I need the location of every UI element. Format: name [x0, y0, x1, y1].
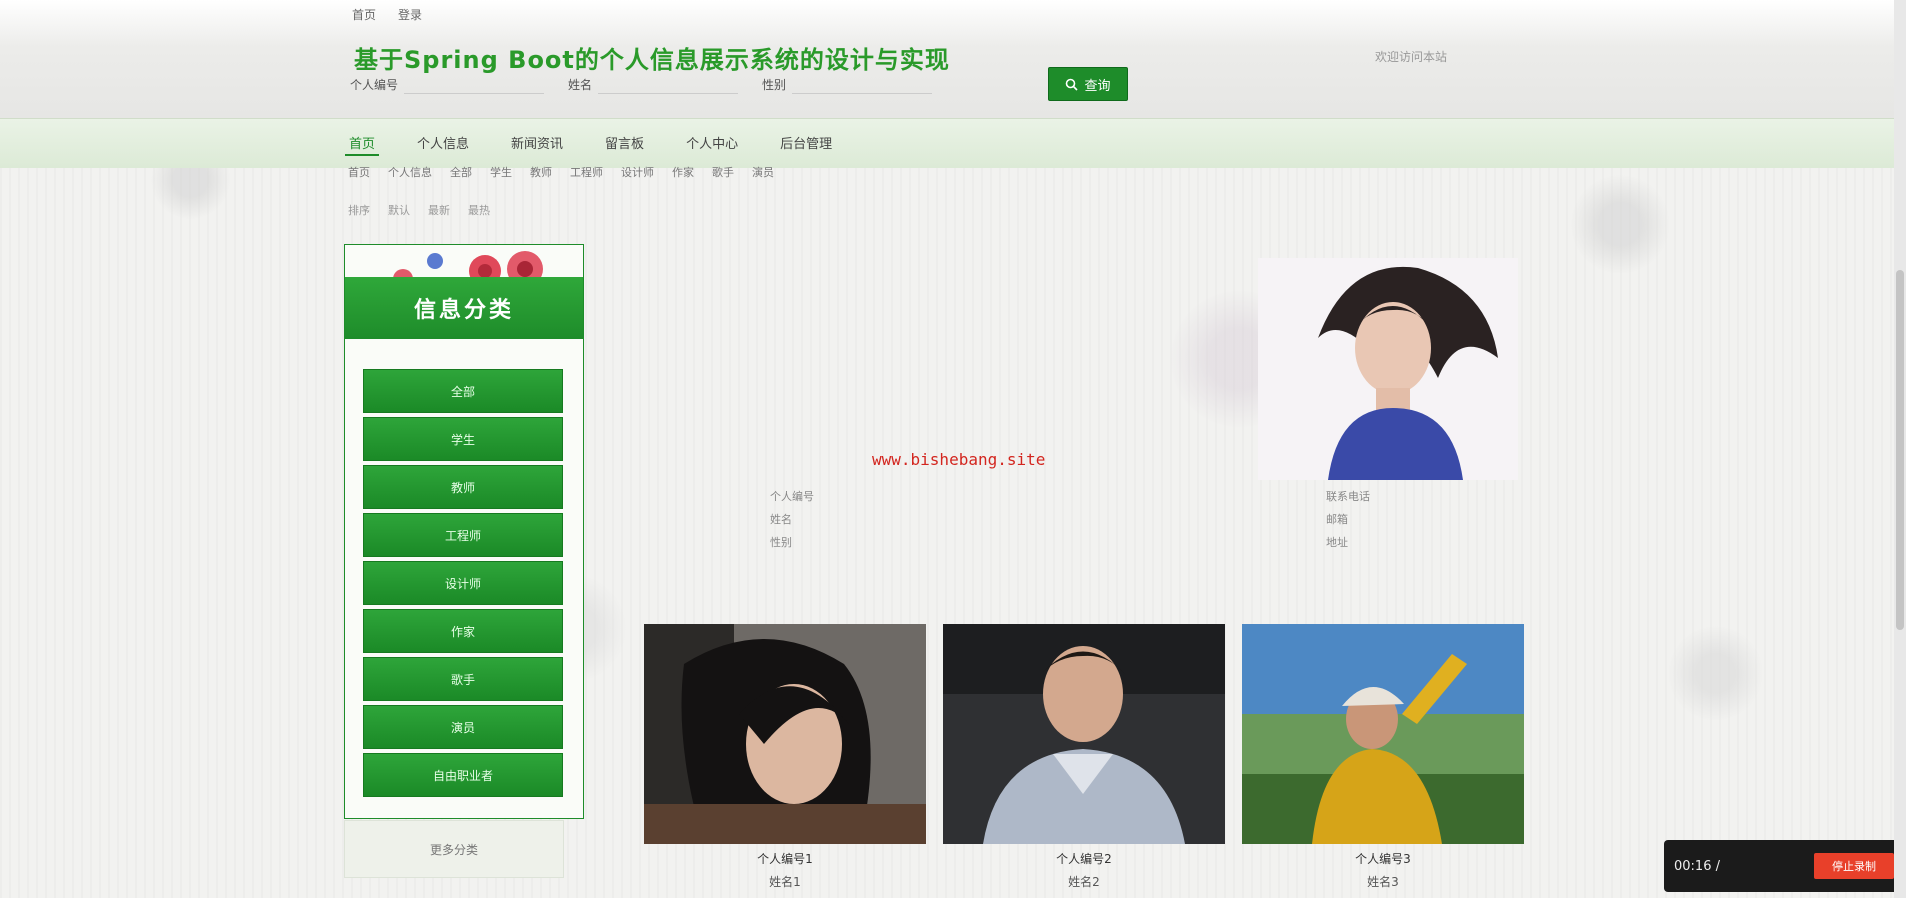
top-link-login[interactable]: 登录	[398, 6, 422, 23]
top-links: 首页 登录	[352, 6, 422, 23]
info-cell: 联系电话	[1326, 489, 1370, 503]
sort-link[interactable]: 最新	[428, 202, 450, 218]
profile-card-photo[interactable]	[1242, 624, 1524, 844]
search-button[interactable]: 查询	[1048, 67, 1128, 101]
category-item[interactable]: 自由职业者	[363, 753, 563, 797]
profile-card[interactable]: 个人编号3 姓名3	[1242, 624, 1524, 890]
filter-link[interactable]: 个人信息	[388, 164, 432, 180]
info-row: 个人编号 联系电话	[760, 484, 1460, 507]
card-title: 个人编号2	[1056, 852, 1112, 866]
filter-link[interactable]: 作家	[672, 164, 694, 180]
nav-item-news[interactable]: 新闻资讯	[507, 131, 567, 156]
filter-link[interactable]: 工程师	[570, 164, 603, 180]
sidebar-header: 信息分类	[345, 277, 583, 339]
profile-card[interactable]: 个人编号2 姓名2	[943, 624, 1225, 890]
sort-link[interactable]: 默认	[388, 202, 410, 218]
info-cell: 地址	[1326, 535, 1348, 549]
category-list: 全部 学生 教师 工程师 设计师 作家 歌手 演员 自由职业者	[363, 369, 563, 801]
sidebar-title: 信息分类	[413, 298, 514, 323]
search-input-name[interactable]	[598, 74, 739, 94]
top-link-home[interactable]: 首页	[352, 6, 376, 23]
profile-card-photo[interactable]	[943, 624, 1225, 844]
search-icon	[1066, 78, 1079, 91]
search-label-name: 姓名	[568, 77, 593, 92]
card-title: 个人编号1	[757, 852, 813, 866]
featured-profile-info: 个人编号 联系电话 姓名 邮箱 性别 地址	[760, 484, 1460, 553]
nav-item-user-center[interactable]: 个人中心	[682, 131, 742, 156]
nav-item-home[interactable]: 首页	[345, 131, 380, 156]
nav-item-profiles[interactable]: 个人信息	[413, 131, 473, 156]
filter-link[interactable]: 学生	[490, 164, 512, 180]
profile-card-photo[interactable]	[644, 624, 926, 844]
filter-link[interactable]: 演员	[752, 164, 774, 180]
info-cell: 姓名	[770, 512, 792, 526]
category-item[interactable]: 教师	[363, 465, 563, 509]
search-input-gender[interactable]	[792, 74, 933, 94]
search-form: 个人编号 姓名 性别	[350, 74, 956, 94]
recording-timer: 00:16 /	[1674, 858, 1720, 874]
sort-link[interactable]: 最热	[468, 202, 490, 218]
info-cell: 性别	[770, 535, 792, 549]
main-nav: 首页 个人信息 新闻资讯 留言板 个人中心 后台管理	[0, 118, 1906, 168]
sort-bar: 排序 默认 最新 最热	[348, 202, 490, 218]
welcome-text: 欢迎访问本站	[1375, 50, 1448, 64]
stop-recording-button[interactable]: 停止录制	[1814, 853, 1894, 879]
card-subtitle: 姓名2	[1068, 875, 1100, 889]
category-item[interactable]: 全部	[363, 369, 563, 413]
filter-link[interactable]: 设计师	[621, 164, 654, 180]
category-item[interactable]: 学生	[363, 417, 563, 461]
category-item[interactable]: 作家	[363, 609, 563, 653]
search-button-label: 查询	[1084, 78, 1111, 94]
filter-bar: 首页 个人信息 全部 学生 教师 工程师 设计师 作家 歌手 演员	[348, 164, 774, 180]
card-title: 个人编号3	[1355, 852, 1411, 866]
category-item[interactable]: 工程师	[363, 513, 563, 557]
category-item[interactable]: 演员	[363, 705, 563, 749]
search-label-id: 个人编号	[350, 77, 399, 92]
profile-card[interactable]: 个人编号1 姓名1	[644, 624, 926, 890]
page-scrollbar[interactable]	[1894, 0, 1906, 898]
recording-control: 00:16 / 停止录制	[1664, 840, 1904, 892]
nav-item-admin[interactable]: 后台管理	[776, 131, 836, 156]
search-label-gender: 性别	[762, 77, 787, 92]
more-categories-link[interactable]: 更多分类	[344, 820, 564, 878]
site-title: 基于Spring Boot的个人信息展示系统的设计与实现	[354, 46, 950, 74]
filter-link[interactable]: 首页	[348, 164, 370, 180]
sort-link[interactable]: 排序	[348, 202, 370, 218]
card-subtitle: 姓名1	[769, 875, 801, 889]
nav-item-guestbook[interactable]: 留言板	[601, 131, 648, 156]
filter-link[interactable]: 教师	[530, 164, 552, 180]
info-row: 性别 地址	[760, 530, 1460, 553]
info-row: 姓名 邮箱	[760, 507, 1460, 530]
card-subtitle: 姓名3	[1367, 875, 1399, 889]
watermark-text: www.bishebang.site	[872, 450, 1046, 469]
featured-profile-photo[interactable]	[1258, 258, 1518, 480]
search-input-id[interactable]	[404, 74, 545, 94]
info-cell: 邮箱	[1326, 512, 1348, 526]
filter-link[interactable]: 全部	[450, 164, 472, 180]
top-header: 首页 登录 基于Spring Boot的个人信息展示系统的设计与实现 欢迎访问本…	[0, 0, 1906, 118]
filter-link[interactable]: 歌手	[712, 164, 734, 180]
category-item[interactable]: 设计师	[363, 561, 563, 605]
category-item[interactable]: 歌手	[363, 657, 563, 701]
scrollbar-thumb[interactable]	[1896, 270, 1904, 630]
category-sidebar: 信息分类 全部 学生 教师 工程师 设计师 作家 歌手 演员 自由职业者	[344, 244, 584, 819]
info-cell: 个人编号	[770, 489, 814, 503]
